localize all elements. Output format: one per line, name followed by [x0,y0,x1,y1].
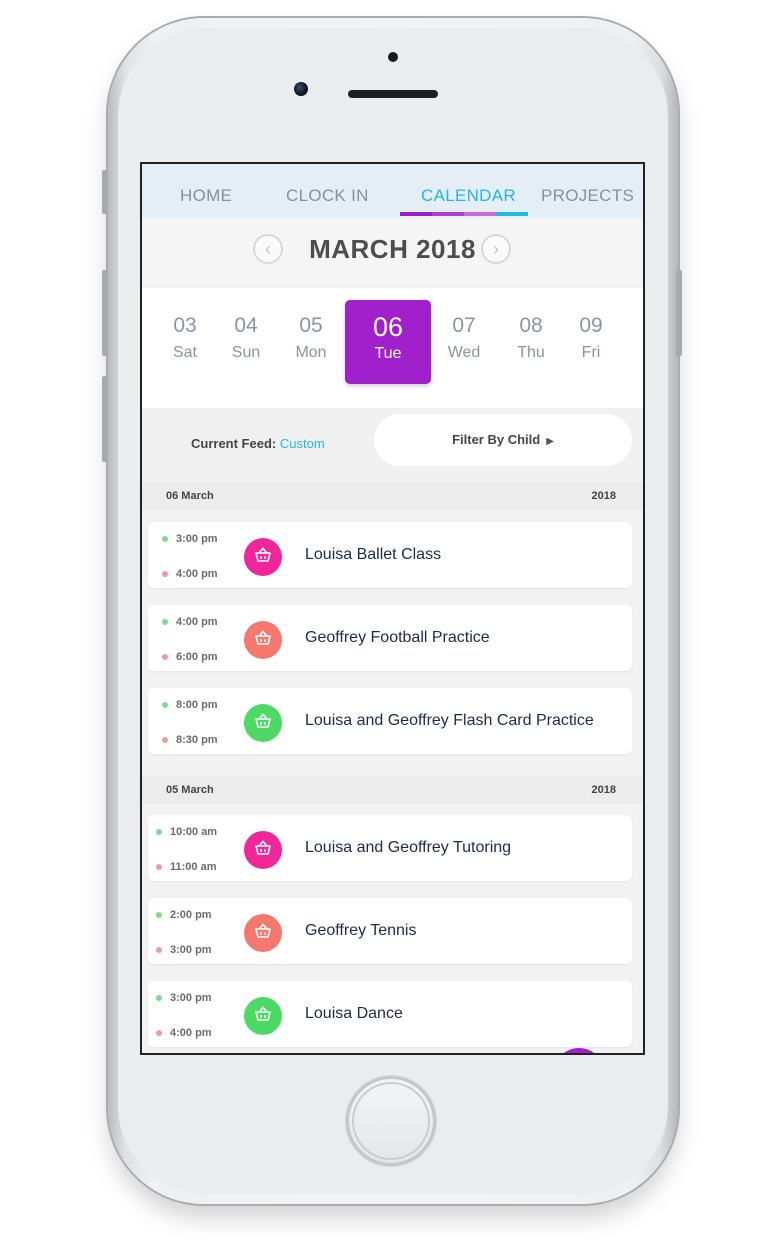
day-number: 06 [372,312,404,342]
current-feed-value[interactable]: Custom [280,436,325,451]
day-number: 05 [299,314,323,337]
start-dot [156,995,162,1002]
tab-underline-segment [464,212,496,216]
day-item[interactable]: 07 Wed [429,314,499,362]
filter-by-child-button[interactable]: Filter By Child ▶ [374,414,632,466]
event-title: Geoffrey Tennis [305,922,417,939]
power-button [676,270,682,356]
date-header-year: 2018 [591,784,616,796]
earpiece-speaker [348,90,438,98]
event-card[interactable]: 4:00 pm 6:00 pm Geoffrey Football Practi… [148,605,632,671]
front-camera [294,82,308,96]
event-end-time: 4:00 pm [156,1027,212,1039]
top-nav: HOME CLOCK IN CALENDAR PROJECTS [142,164,643,218]
basket-icon [244,704,282,742]
day-item[interactable]: 04 Sun [211,314,281,362]
month-title: MARCH 2018 [309,234,476,264]
date-header-year: 2018 [591,490,616,502]
event-card[interactable]: 3:00 pm 4:00 pm Louisa Dance [148,981,632,1047]
app-screen: HOME CLOCK IN CALENDAR PROJECTS ‹ MARCH … [140,162,645,1055]
play-arrow-icon: ▶ [546,436,554,447]
event-end-time: 8:30 pm [162,734,218,746]
end-dot [156,1030,162,1037]
chevron-right-icon[interactable]: › [481,234,511,264]
date-header-date: 05 March [166,784,214,796]
day-number: 04 [234,314,258,337]
day-number: 09 [579,314,603,337]
floating-action-button[interactable] [554,1048,604,1053]
event-card[interactable]: 2:00 pm 3:00 pm Geoffrey Tennis [148,898,632,964]
tab-home[interactable]: HOME [180,186,232,206]
end-dot [162,737,168,744]
start-dot [162,536,168,543]
day-weekday: Wed [447,344,481,361]
event-start-time: 3:00 pm [156,992,212,1004]
day-number: 03 [173,314,197,337]
event-title: Louisa Ballet Class [305,546,442,563]
day-weekday: Tue [374,345,402,362]
day-item[interactable]: 05 Mon [276,314,346,362]
day-weekday: Sun [231,344,261,361]
basket-icon [244,831,282,869]
event-start-time: 2:00 pm [156,909,212,921]
feed-bar: Current Feed: Custom Filter By Child ▶ [142,408,643,480]
day-item[interactable]: 03 Sat [150,314,220,362]
event-title: Louisa and Geoffrey Flash Card Practice [305,712,594,729]
start-dot [156,912,162,919]
start-dot [156,829,162,836]
basket-icon [244,621,282,659]
current-feed-label: Current Feed: [191,436,277,451]
tab-clock-in[interactable]: CLOCK IN [286,186,369,206]
day-item[interactable]: 09 Fri [556,314,626,362]
end-dot [156,947,162,954]
event-start-time: 3:00 pm [162,533,218,545]
event-title: Louisa and Geoffrey Tutoring [305,839,512,856]
end-dot [156,864,162,871]
event-end-time: 3:00 pm [156,944,212,956]
day-item-selected[interactable]: 06 Tue [345,300,431,384]
day-strip: 03 Sat 04 Sun 05 Mon 06 Tue 07 Wed 08 Th… [142,288,643,408]
tab-projects[interactable]: PROJECTS [541,186,634,206]
day-weekday: Sat [172,344,197,361]
event-card[interactable]: 3:00 pm 4:00 pm Louisa Ballet Class [148,522,632,588]
event-card[interactable]: 10:00 am 11:00 am Louisa and Geoffrey Tu… [148,815,632,881]
tab-underline-segment [400,212,432,216]
filter-label: Filter By Child [452,432,541,447]
event-start-time: 8:00 pm [162,699,218,711]
volume-up-button [102,270,108,356]
start-dot [162,702,168,709]
day-weekday: Fri [581,344,601,361]
tab-calendar[interactable]: CALENDAR [421,186,516,206]
event-start-time: 4:00 pm [162,616,218,628]
volume-down-button [102,376,108,462]
event-start-time: 10:00 am [156,826,217,838]
event-title: Geoffrey Football Practice [305,629,490,646]
start-dot [162,619,168,626]
basket-icon [244,538,282,576]
end-dot [162,654,168,661]
date-header: 05 March 2018 [142,776,643,804]
event-card[interactable]: 8:00 pm 8:30 pm Louisa and Geoffrey Flas… [148,688,632,754]
event-title: Louisa Dance [305,1005,403,1022]
proximity-sensor [388,52,398,62]
event-end-time: 6:00 pm [162,651,218,663]
month-selector: ‹ MARCH 2018 › [142,218,643,286]
basket-icon [244,997,282,1035]
event-end-time: 11:00 am [156,861,216,873]
tab-underline-segment [496,212,528,216]
day-number: 07 [452,314,476,337]
event-end-time: 4:00 pm [162,568,218,580]
home-button-ring [352,1082,430,1160]
mute-switch [102,170,108,214]
basket-icon [244,914,282,952]
date-header-date: 06 March [166,490,214,502]
tab-underline-segment [432,212,464,216]
current-feed: Current Feed: Custom [191,436,325,451]
date-header: 06 March 2018 [142,482,643,510]
day-weekday: Mon [295,344,327,361]
end-dot [162,571,168,578]
